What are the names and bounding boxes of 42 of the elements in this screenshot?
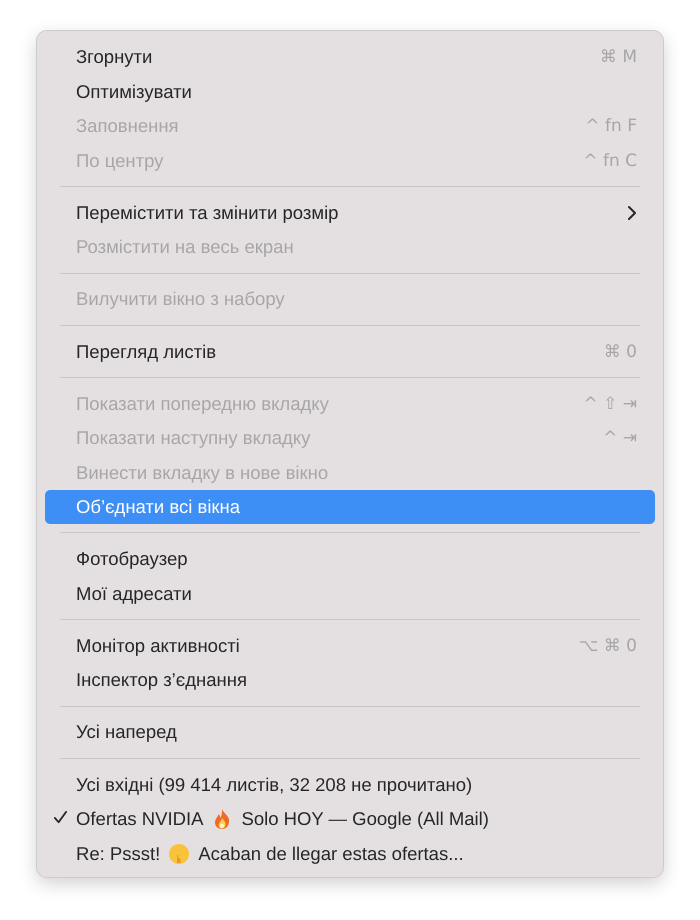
- keyboard-shortcut: ⌘ 0: [604, 342, 637, 362]
- menu-item[interactable]: Re: Pssst! Acaban de llegar estas ofertas...: [45, 836, 655, 871]
- item-label: Solo HOY — Google (All Mail): [241, 808, 489, 830]
- item-label: Показати попередню вкладку: [76, 392, 329, 415]
- item-label: Монітор активності: [76, 634, 240, 657]
- item-label: Усі вхідні (99 414 листів, 32 208 не прочитано): [76, 774, 472, 796]
- menu-item[interactable]: Мої адресати: [45, 576, 655, 611]
- item-label: Re: Pssst!: [76, 842, 160, 864]
- item-label: Фотобраузер: [76, 548, 188, 570]
- keyboard-shortcut: ^ fn F: [585, 116, 637, 136]
- item-label: Мої адресати: [76, 582, 192, 605]
- item-label: Перемістити та змінити розмір: [76, 202, 338, 224]
- keyboard-shortcut: ⌥ ⌘ 0: [578, 636, 637, 656]
- item-label: Оптимізувати: [76, 80, 192, 103]
- menu-item[interactable]: Усі наперед: [45, 715, 655, 750]
- menu-item[interactable]: Інспектор з’єднання: [45, 663, 655, 698]
- menu-item[interactable]: Перегляд листів ⌘ 0: [45, 334, 655, 369]
- menu-item[interactable]: Згорнути ⌘ M: [45, 40, 655, 74]
- menu-item[interactable]: Перемістити та змінити розмір: [45, 196, 655, 230]
- item-label: Ofertas NVIDIA: [76, 808, 204, 830]
- item-label: Інспектор з’єднання: [76, 669, 247, 692]
- item-label: Показати наступну вкладку: [76, 427, 310, 450]
- keyboard-shortcut: ^ ⇥: [603, 428, 637, 448]
- item-label: Вилучити вікно з набору: [76, 288, 285, 310]
- menu-item[interactable]: Оптимізувати: [45, 74, 655, 109]
- item-label: Розмістити на весь екран: [76, 236, 294, 258]
- keyboard-shortcut: ^ ⇧ ⇥: [583, 394, 637, 414]
- emoji-icon: [168, 842, 190, 864]
- item-label: Винести вкладку в нове вікно: [76, 462, 328, 484]
- item-label: Усі наперед: [76, 721, 177, 744]
- menu-item[interactable]: Усі вхідні (99 414 листів, 32 208 не прочитано): [45, 767, 655, 802]
- keyboard-shortcut: ^ fn C: [583, 150, 637, 171]
- item-label: Перегляд листів: [76, 340, 216, 363]
- menu-item[interactable]: Монітор активності ⌥ ⌘ 0: [45, 628, 655, 664]
- menu-item[interactable]: Фотобраузер: [45, 542, 655, 576]
- menu-item[interactable]: Ofertas NVIDIA Solo HOY — Google (All Mail): [45, 802, 655, 836]
- keyboard-shortcut: ⌘ M: [600, 47, 637, 68]
- item-label: Acaban de llegar estas ofertas...: [198, 842, 464, 864]
- item-label: Об’єднати всі вікна: [76, 496, 240, 518]
- item-label: Згорнути: [76, 46, 152, 68]
- item-label: По центру: [76, 150, 164, 172]
- item-label: Заповнення: [76, 115, 179, 138]
